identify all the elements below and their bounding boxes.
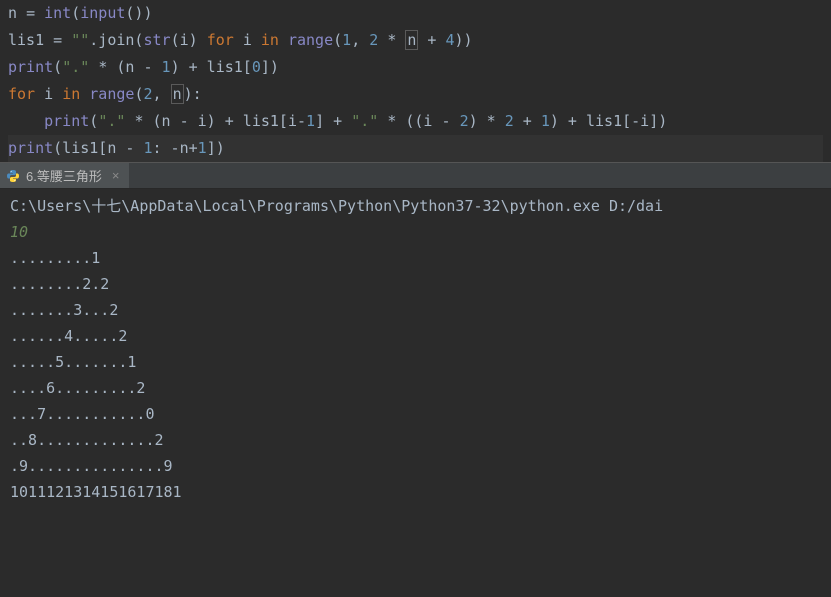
- run-tab[interactable]: 6.等腰三角形 ×: [0, 163, 129, 188]
- code-line[interactable]: print("." * (n - 1) + lis1[0]): [8, 54, 823, 81]
- code-line[interactable]: lis1 = "".join(str(i) for i in range(1, …: [8, 27, 823, 54]
- close-icon[interactable]: ×: [112, 168, 120, 183]
- console-command: C:\Users\十七\AppData\Local\Programs\Pytho…: [10, 193, 821, 219]
- console-output: .9...............9: [10, 453, 821, 479]
- console-output: 1011121314151617181: [10, 479, 821, 505]
- console-output: .....5.......1: [10, 349, 821, 375]
- console-output: ......4.....2: [10, 323, 821, 349]
- console-output: ........2.2: [10, 271, 821, 297]
- console-output: ...7...........0: [10, 401, 821, 427]
- run-tab-label: 6.等腰三角形: [26, 166, 102, 185]
- console-output: .......3...2: [10, 297, 821, 323]
- console-user-input: 10: [10, 219, 821, 245]
- python-file-icon: [6, 169, 20, 183]
- run-console[interactable]: C:\Users\十七\AppData\Local\Programs\Pytho…: [0, 189, 831, 509]
- console-output: .........1: [10, 245, 821, 271]
- code-line[interactable]: print("." * (n - i) + lis1[i-1] + "." * …: [8, 108, 823, 135]
- console-output: ....6.........2: [10, 375, 821, 401]
- console-output: ..8.............2: [10, 427, 821, 453]
- code-line[interactable]: n = int(input()): [8, 0, 823, 27]
- run-tab-bar: 6.等腰三角形 ×: [0, 162, 831, 189]
- code-line[interactable]: for i in range(2, n):: [8, 81, 823, 108]
- code-line-current[interactable]: print(lis1[n - 1: -n+1]): [8, 135, 823, 162]
- code-editor[interactable]: n = int(input()) lis1 = "".join(str(i) f…: [0, 0, 831, 162]
